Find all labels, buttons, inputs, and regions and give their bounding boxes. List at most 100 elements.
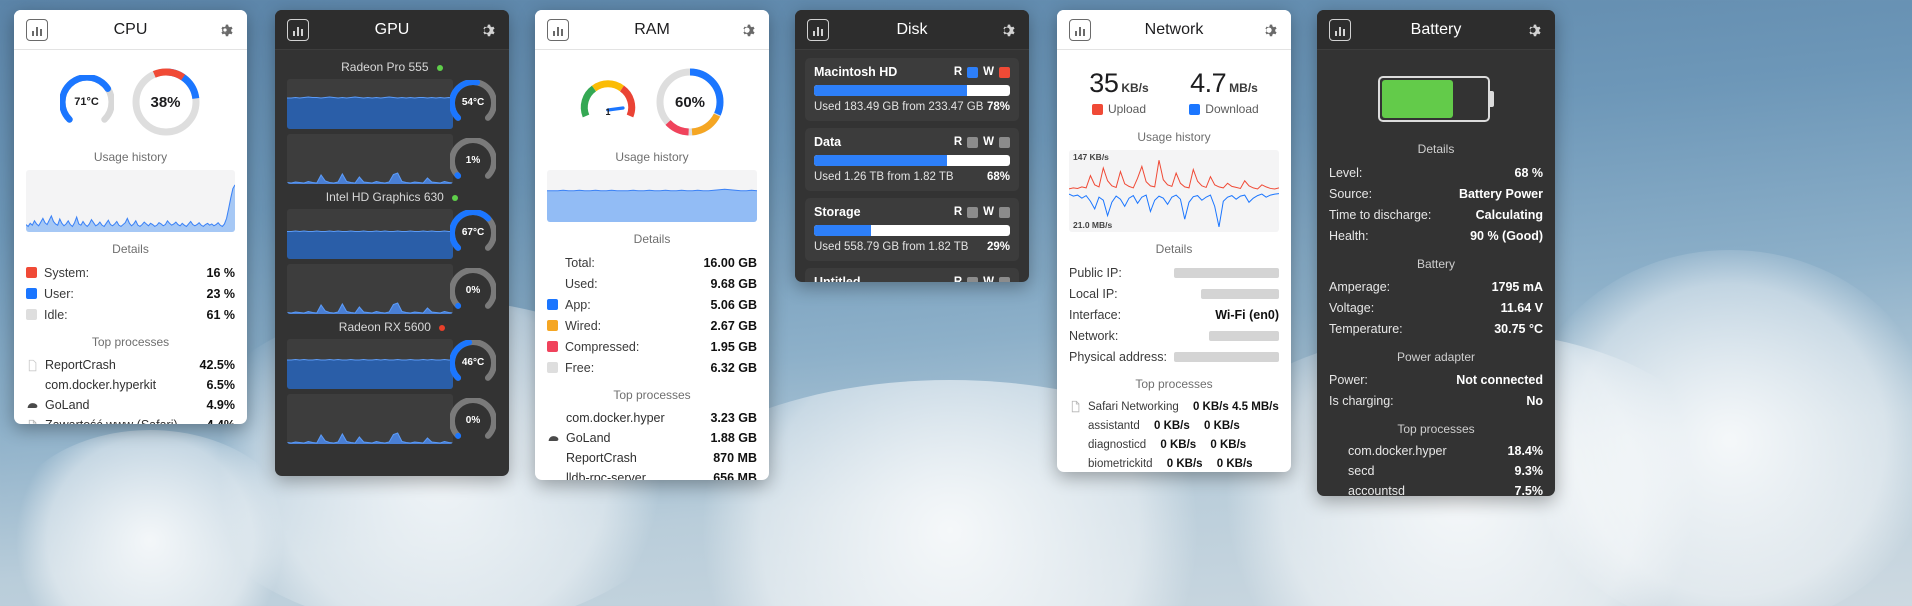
process-row[interactable]: com.docker.hyper 3.23 GB [547,408,757,428]
detail-row: Source: Battery Power [1329,183,1543,204]
network-history-graph: 147 KB/s 21.0 MB/s [1069,150,1279,232]
gear-icon[interactable] [215,20,235,40]
battery-process-list: com.docker.hyper 18.4% secd 9.3% account… [1329,441,1543,496]
disk-volume-card[interactable]: Storage R W Used 558.79 GB from 1.82 TB … [805,198,1019,261]
chart-icon[interactable] [807,18,829,41]
cpu-history-label: Usage history [93,150,168,164]
cpu-history-graph [26,170,235,232]
gpu-usage-ring: 0% [450,397,496,444]
detail-value: Not connected [1456,372,1543,387]
detail-label: Level: [1329,165,1363,180]
detail-label: Local IP: [1069,286,1118,301]
process-row[interactable]: diagnosticd 0 KB/s 0 KB/s [1069,435,1279,454]
panel-title: Battery [1410,20,1462,38]
usage-text: Used 558.79 GB from 1.82 TB [814,241,969,253]
battery-fill [1382,80,1453,118]
write-label: W [983,206,994,218]
process-row[interactable]: biometrickitd 0 KB/s 0 KB/s [1069,454,1279,472]
volume-name: Data [814,135,842,149]
chart-icon[interactable] [26,18,48,41]
chart-icon[interactable] [287,18,309,41]
disk-volume-card[interactable]: Macintosh HD R W Used 183.49 GB from 233… [805,58,1019,121]
process-row[interactable]: com.docker.hyper 18.4% [1329,441,1543,461]
process-row[interactable]: ReportCrash 870 MB [547,448,757,468]
read-indicator [967,276,979,282]
read-label: R [953,206,963,218]
process-row[interactable]: secd 9.3% [1329,461,1543,481]
redacted-value [1174,351,1279,362]
process-value: 18.4% [1507,444,1543,458]
legend-swatch [547,362,558,373]
process-row[interactable]: com.docker.hyperkit 6.5% [26,375,235,395]
process-row[interactable]: GoLand 1.88 GB [547,428,757,448]
detail-label: Temperature: [1329,321,1403,336]
process-row[interactable]: GoLand 4.9% [26,395,235,415]
gear-icon[interactable] [1259,20,1279,40]
process-value: 9.3% [1514,464,1544,478]
detail-value: 23 % [206,286,236,301]
usage-bar [814,85,1010,96]
ram-process-list: com.docker.hyper 3.23 GB GoLand 1.88 GB … [547,408,757,480]
detail-label: Compressed: [565,339,640,354]
detail-row: Local IP: [1069,283,1279,304]
process-row[interactable]: Zawartość www (Safari) 4.4% [26,415,235,424]
legend-swatch [547,299,558,310]
upload-unit: KB/s [1121,81,1149,95]
detail-value: 1795 mA [1491,279,1543,294]
ram-pressure-value: 1 [605,107,611,117]
chart-icon[interactable] [547,18,569,41]
detail-label: Health: [1329,228,1369,243]
process-name: Zawartość www (Safari) [45,418,178,424]
detail-row: Power: Not connected [1329,369,1543,390]
gear-icon[interactable] [997,20,1017,40]
gpu-name: Radeon Pro 555 [287,54,497,79]
detail-row: Temperature: 30.75 °C [1329,318,1543,339]
process-name: diagnosticd [1088,438,1147,451]
chart-icon[interactable] [1329,18,1351,41]
process-row[interactable]: accountsd 7.5% [1329,481,1543,496]
detail-row: Total: 16.00 GB [547,252,757,273]
process-value: 656 MB [713,471,757,480]
disk-volume-card[interactable]: Data R W Used 1.26 TB from 1.82 TB 68% [805,128,1019,191]
detail-value: 6.32 GB [710,360,757,375]
process-upload: 0 KB/s [1153,419,1190,432]
detail-value: 16.00 GB [703,255,757,270]
download-unit: MB/s [1229,81,1258,95]
ram-pressure-gauge: 1 [578,72,638,132]
usage-bar [814,225,1010,236]
write-label: W [983,136,994,148]
chart-icon[interactable] [1069,18,1091,41]
gpu-temperature-value: 67°C [461,227,485,238]
process-document-icon [26,419,39,424]
process-name: accountsd [1348,484,1405,496]
network-history-label: Usage history [1137,130,1211,144]
process-icon-placeholder [547,412,560,425]
adapter-stats-list: Power: Not connected Is charging: No [1329,369,1543,411]
battery-tip [1490,91,1494,107]
ram-history-graph [547,170,757,222]
detail-label: System: [44,265,90,280]
process-value: 870 MB [713,451,757,465]
ram-panel: RAM 1 60% Usage history Details Total: 1… [535,10,769,480]
process-download: 0 KB/s [1210,438,1247,451]
ram-details-list: Total: 16.00 GB Used: 9.68 GB App: 5.06 … [547,252,757,378]
process-name: com.docker.hyperkit [45,378,157,392]
battery-details-list: Level: 68 % Source: Battery Power Time t… [1329,162,1543,246]
gear-icon[interactable] [1523,20,1543,40]
detail-label: Is charging: [1329,393,1394,408]
usage-text: Used 183.49 GB from 233.47 GB [814,101,984,113]
gear-icon[interactable] [737,20,757,40]
gear-icon[interactable] [477,20,497,40]
process-row[interactable]: ReportCrash 42.5% [26,355,235,375]
detail-value: 1.95 GB [710,339,757,354]
usage-percent: 29% [986,241,1010,253]
detail-label: Physical address: [1069,349,1167,364]
write-label: W [983,276,994,282]
disk-volume-card[interactable]: Untitled R W Used 111.76 GB from 128.00 … [805,268,1019,282]
detail-value: 16 % [206,265,236,280]
upload-speed: 35 KB/s Upload [1089,68,1148,116]
process-row[interactable]: assistantd 0 KB/s 0 KB/s [1069,416,1279,435]
process-icon-placeholder [547,472,560,481]
process-row[interactable]: Safari Networking 0 KB/s 4.5 MB/s [1069,397,1279,416]
process-row[interactable]: lldb-rpc-server 656 MB [547,468,757,480]
